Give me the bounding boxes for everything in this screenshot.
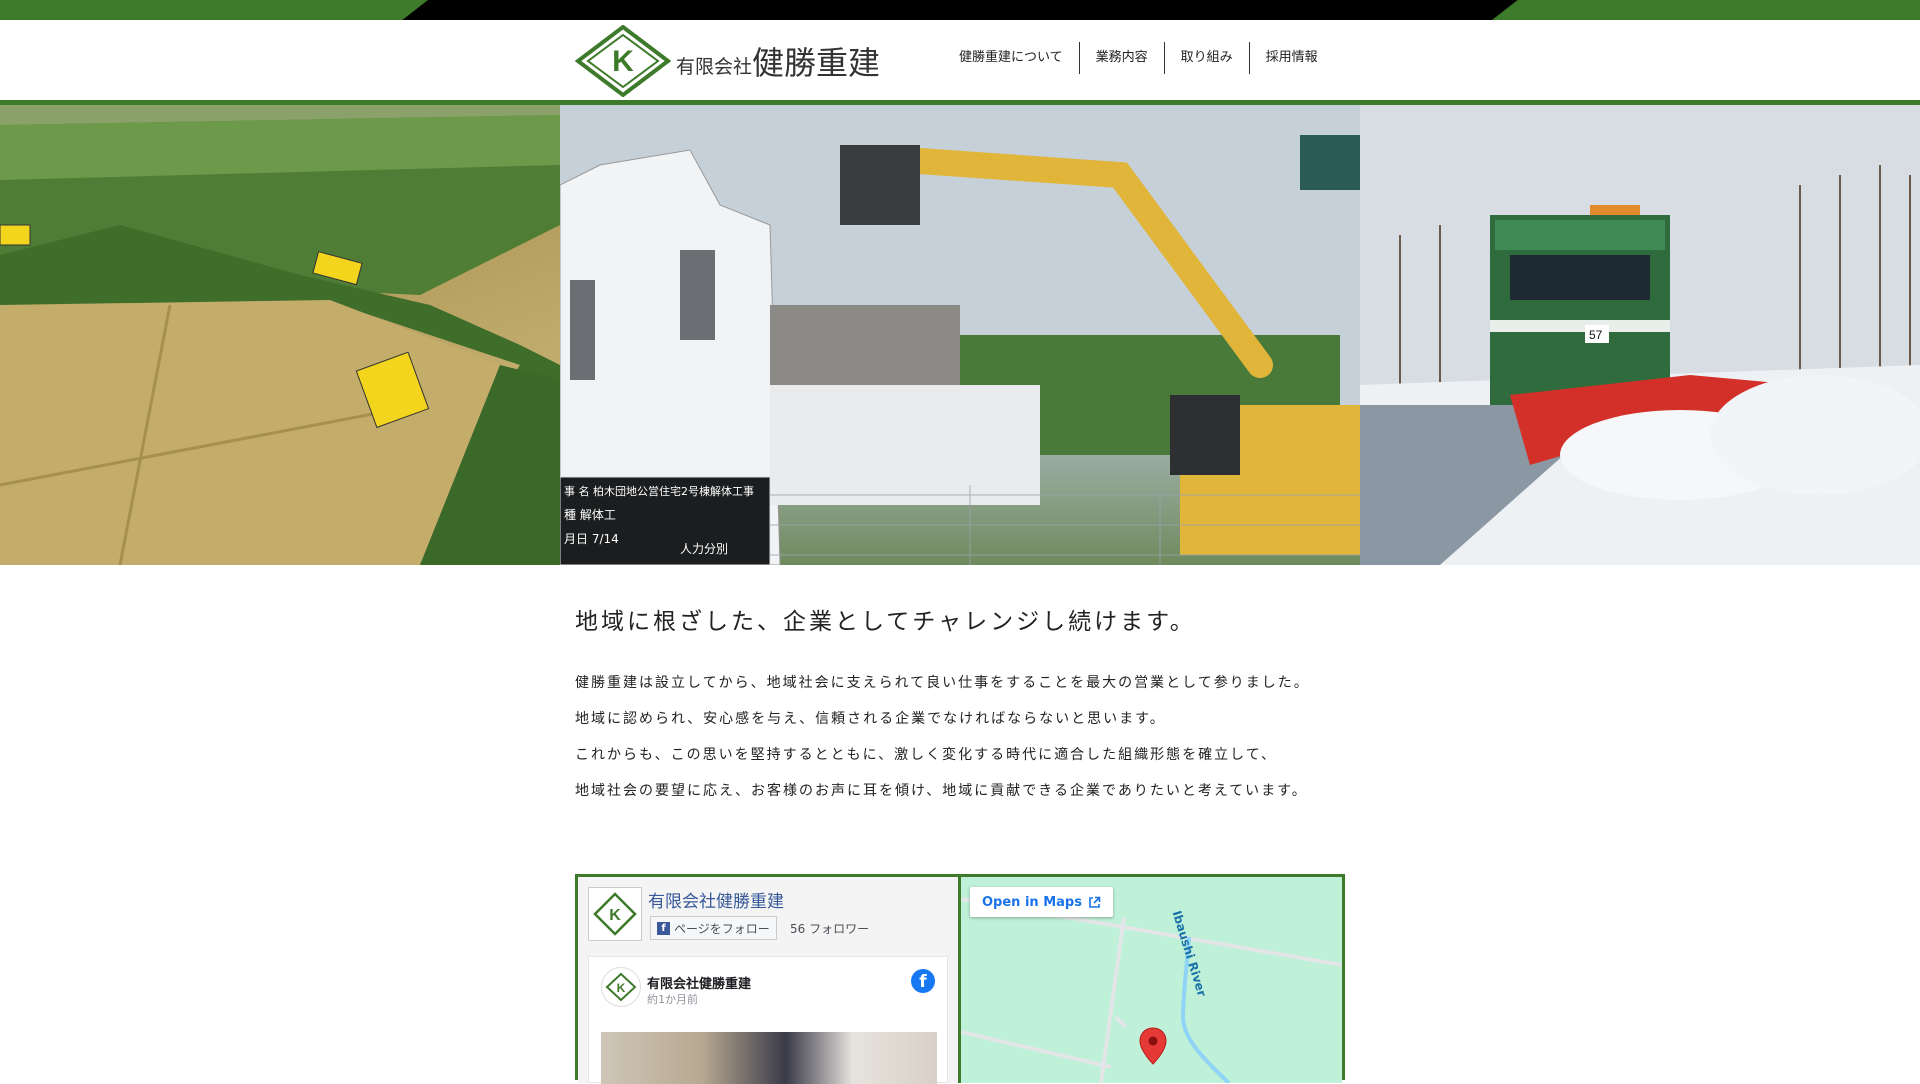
google-map-embed[interactable]: Ibaushi River Open in Maps <box>961 877 1342 1083</box>
svg-text:人力分別: 人力分別 <box>680 542 728 556</box>
k-diamond-logo-icon: K <box>593 892 637 936</box>
nav-item-services[interactable]: 業務内容 <box>1080 42 1164 74</box>
site-logo[interactable]: K 有限会社 健勝重建 <box>574 25 894 97</box>
main-nav: 健勝重建について 業務内容 取り組み 採用情報 <box>943 42 1334 74</box>
intro-line: 地域社会の要望に応え、お客様のお声に耳を傾け、地域に貢献できる企業でありたいと考… <box>575 783 1308 799</box>
facebook-follower-count: 56 フォロワー <box>790 922 870 936</box>
svg-text:事 名 柏木団地公営住宅2号棟解体工事: 事 名 柏木団地公営住宅2号棟解体工事 <box>564 484 754 498</box>
nav-item-recruit[interactable]: 採用情報 <box>1250 42 1334 74</box>
hero-image-farm-harvest <box>0 105 560 565</box>
facebook-f-icon: f <box>657 921 670 935</box>
facebook-logo-icon[interactable]: f <box>911 969 935 993</box>
external-link-icon <box>1089 896 1101 908</box>
follow-label: ページをフォロー <box>674 921 770 936</box>
svg-text:K: K <box>617 981 626 995</box>
intro-body: 健勝重建は設立してから、地域社会に支えられて良い仕事をすることを最大の営業として… <box>575 665 1310 809</box>
hero-image-demolition: 事 名 柏木団地公営住宅2号棟解体工事 種 解体工 月日 7/14 人力分別 <box>560 105 1360 565</box>
hero-banner: 事 名 柏木団地公営住宅2号棟解体工事 種 解体工 月日 7/14 人力分別 5… <box>0 105 1920 565</box>
company-name: 健勝重建 <box>752 44 881 82</box>
top-band-left-green <box>0 0 428 20</box>
facebook-page-logo[interactable]: K <box>588 887 642 941</box>
k-diamond-logo-icon: K <box>574 25 672 97</box>
facebook-follow-button[interactable]: f ページをフォロー <box>650 916 777 940</box>
post-author-avatar[interactable]: K <box>601 967 641 1007</box>
svg-text:月日 7/14: 月日 7/14 <box>564 532 619 546</box>
svg-text:57: 57 <box>1589 328 1603 342</box>
svg-text:K: K <box>609 907 621 924</box>
open-in-maps-label: Open in Maps <box>982 894 1082 910</box>
open-in-maps-button[interactable]: Open in Maps <box>970 887 1113 917</box>
post-photo[interactable] <box>601 1032 937 1084</box>
nav-item-initiatives[interactable]: 取り組み <box>1165 42 1249 74</box>
post-author-name[interactable]: 有限会社健勝重建 <box>647 973 751 992</box>
embed-widgets: K 有限会社健勝重建 f ページをフォロー 56 フォロワー K 有限会社健勝重… <box>575 874 1345 1084</box>
map-pin-icon[interactable] <box>1139 1027 1167 1065</box>
top-decorative-band <box>0 0 1920 20</box>
svg-text:種 解体工: 種 解体工 <box>564 508 616 522</box>
intro-line: これからも、この思いを堅持するとともに、激しく変化する時代に適合した組織形態を確… <box>575 747 1278 763</box>
facebook-post[interactable]: K 有限会社健勝重建 約1か月前 f <box>588 956 948 1084</box>
svg-text:K: K <box>612 45 634 78</box>
intro-line: 地域に認められ、安心感を与え、信頼される企業でなければならないと思います。 <box>575 711 1166 727</box>
facebook-page-header: K 有限会社健勝重建 f ページをフォロー 56 フォロワー <box>588 887 958 947</box>
top-band-right-green <box>1492 0 1920 20</box>
facebook-page-title[interactable]: 有限会社健勝重建 <box>648 887 784 912</box>
post-timestamp[interactable]: 約1か月前 <box>647 991 698 1007</box>
intro-line: 健勝重建は設立してから、地域社会に支えられて良い仕事をすることを最大の営業として… <box>575 675 1310 691</box>
hero-image-snow-plow: 57 <box>1360 105 1920 565</box>
k-diamond-logo-icon: K <box>605 972 637 1002</box>
site-header: K 有限会社 健勝重建 健勝重建について 業務内容 取り組み 採用情報 <box>0 20 1920 100</box>
facebook-page-widget: K 有限会社健勝重建 f ページをフォロー 56 フォロワー K 有限会社健勝重… <box>578 877 961 1084</box>
intro-title: 地域に根ざした、企業としてチャレンジし続けます。 <box>575 609 1196 635</box>
nav-item-about[interactable]: 健勝重建について <box>943 42 1079 74</box>
company-prefix: 有限会社 <box>676 55 753 78</box>
